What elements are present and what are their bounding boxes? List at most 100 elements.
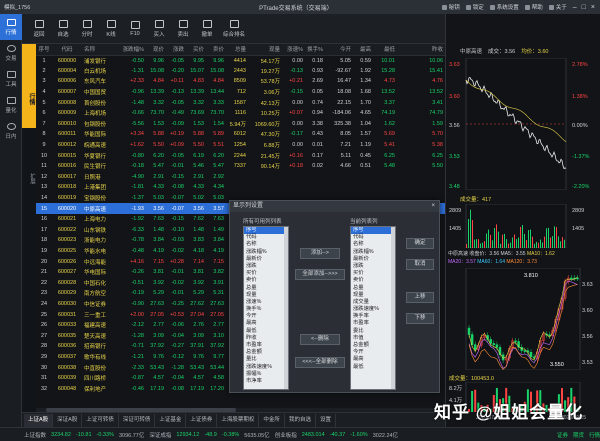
list-item[interactable]: 最低	[351, 364, 395, 371]
close-icon[interactable]: ×	[591, 4, 595, 11]
column-header[interactable]: 涨速%	[282, 44, 305, 56]
list-item[interactable]: 市盈率	[351, 320, 395, 327]
market-tab[interactable]: 设置	[316, 413, 336, 427]
column-header[interactable]: 代码	[54, 44, 82, 56]
list-item[interactable]: 涨速%	[244, 299, 288, 306]
list-item[interactable]: 卖价	[244, 277, 288, 284]
list-item[interactable]: 市净率	[244, 378, 288, 385]
list-item[interactable]: 卖价	[351, 277, 395, 284]
table-row[interactable]: 10 600015 华夏银行 -0.80 6.20 -0.05 6.19 6.20 2244 21…	[36, 150, 445, 161]
column-header[interactable]: 昨收	[397, 44, 445, 56]
dialog-close-icon[interactable]: ×	[431, 201, 435, 212]
nav-trade[interactable]: 交易	[0, 40, 22, 66]
list-item[interactable]: 委比	[351, 328, 395, 335]
column-header[interactable]: 今开	[325, 44, 353, 56]
status-mode[interactable]: 期货	[573, 431, 584, 439]
list-item[interactable]: 名称	[351, 241, 395, 248]
list-item[interactable]: 现量	[244, 292, 288, 299]
column-header[interactable]: 卖价	[206, 44, 226, 56]
table-row[interactable]: 8 600011 华能国际 +3.34 5.88 +0.19 5.88 5.89 6012 47.…	[36, 129, 445, 140]
menu-secret-key[interactable]: 秘钥	[441, 3, 460, 11]
market-tab[interactable]: 上证可转债	[82, 413, 119, 427]
column-header[interactable]: 涨跌幅%	[118, 44, 146, 56]
menu-lock[interactable]: 锁定	[465, 3, 484, 11]
list-scrollbar[interactable]	[391, 227, 395, 389]
menu-system-settings[interactable]: 系统设置	[489, 3, 519, 11]
list-item[interactable]: 振幅%	[244, 371, 288, 378]
move-up-button[interactable]: 上移	[406, 292, 434, 303]
menu-help[interactable]: 帮助	[524, 3, 543, 11]
list-item[interactable]: 最低	[244, 328, 288, 335]
ranking-button[interactable]: 综合排名	[220, 16, 248, 42]
move-down-button[interactable]: 下移	[406, 313, 434, 324]
all-columns-list[interactable]: 序号 代码 名称 涨跌幅% 最新价 涨跌 买价 卖价 总量 现量 涨速% 换手% 今开 最高 最低 昨收 市盈率…	[243, 226, 289, 390]
column-header[interactable]: 涨跌	[166, 44, 186, 56]
minimize-icon[interactable]: –	[573, 4, 577, 11]
ok-button[interactable]: 确定	[406, 238, 434, 249]
column-header[interactable]: 现量	[248, 44, 282, 56]
market-tab[interactable]: 上证债券	[186, 413, 218, 427]
table-row[interactable]: 5 600008 首创股份 -1.48 3.32 -0.05 3.32 3.33 1587 42.…	[36, 97, 445, 108]
table-row[interactable]: 13 600018 上港集团 -1.81 4.33 -0.08 4.33 4.34	[36, 182, 445, 193]
column-header[interactable]: 最低	[373, 44, 397, 56]
cancel-order-button[interactable]: 撤单	[196, 16, 218, 42]
column-header[interactable]: 序号	[36, 44, 54, 56]
f10-button[interactable]: F10	[124, 16, 146, 42]
nav-quotes[interactable]: 行情	[0, 14, 22, 40]
status-mode[interactable]: 证券	[557, 431, 568, 439]
column-header[interactable]: 最高	[353, 44, 373, 56]
kline-button[interactable]: K线	[100, 16, 122, 42]
list-item[interactable]: 总量	[351, 285, 395, 292]
kline-chart[interactable]: 3.63 3.60 3.56 3.53 3.810 3.550	[446, 268, 600, 370]
table-row[interactable]: 9 600012 皖通高速 +1.62 5.50 +0.09 5.50 5.51 1254 6.8…	[36, 140, 445, 151]
nav-quant[interactable]: 量化	[0, 92, 22, 118]
table-row[interactable]: 6 600009 上海机场 -0.66 73.70 -0.49 73.69 73.70 1116…	[36, 108, 445, 119]
column-header[interactable]: 总量	[226, 44, 248, 56]
list-item[interactable]: 成交量	[351, 299, 395, 306]
current-columns-list[interactable]: 序号 代码 名称 涨跌幅% 最新价 涨跌 买价 卖价 总量 现量 成交量 涨跌速度% 换手率 市盈率 委比市…	[350, 226, 396, 390]
market-tab[interactable]: 中金所	[259, 413, 285, 427]
menu-about[interactable]: 关于	[548, 3, 567, 11]
maximize-icon[interactable]: □	[582, 4, 586, 11]
list-item[interactable]: 昨收	[244, 335, 288, 342]
market-tab[interactable]: 我的自选	[285, 413, 316, 427]
buy-button[interactable]: 买入	[148, 16, 170, 42]
column-header[interactable]: 现价	[146, 44, 166, 56]
timeshare-button[interactable]: 分时	[76, 16, 98, 42]
list-item[interactable]: 现量	[351, 292, 395, 299]
remove-column-button[interactable]: <--删除	[300, 334, 340, 345]
market-tab[interactable]: 深证可转债	[119, 413, 156, 427]
list-item[interactable]: 总量	[244, 285, 288, 292]
list-item[interactable]: 量比	[244, 356, 288, 363]
intraday-volume-chart[interactable]: 2809 1405 2809 1405	[446, 204, 600, 248]
list-item[interactable]: 涨跌速度%	[244, 364, 288, 371]
nav-intraday[interactable]: 日内	[0, 118, 22, 144]
sidetab-extend[interactable]: 扩展	[22, 140, 36, 200]
list-item[interactable]: 涨跌幅%	[351, 249, 395, 256]
list-item[interactable]: 最高	[351, 356, 395, 363]
table-row[interactable]: 1 600000 浦发银行 -0.50 9.96 -0.05 9.95 9.96 4414 54.…	[36, 55, 445, 66]
table-row[interactable]: 3 600006 东风汽车 +2.33 4.84 +0.11 4.83 4.84 8509 53.…	[36, 76, 445, 87]
sell-button[interactable]: 卖出	[172, 16, 194, 42]
nav-tools[interactable]: 工具	[0, 66, 22, 92]
table-row[interactable]: 7 600010 包钢股份 -5.56 1.53 -0.09 1.53 1.54 5.94万 10…	[36, 119, 445, 130]
table-row[interactable]: 12 600017 日照港 -4.90 2.91 -0.15 2.91 2.92	[36, 172, 445, 183]
column-header[interactable]: 名称	[82, 44, 118, 56]
back-button[interactable]: 返回	[28, 16, 50, 42]
column-header[interactable]: 买价	[186, 44, 206, 56]
status-mode[interactable]: 行情	[589, 431, 600, 439]
market-tab[interactable]: 上证基金	[155, 413, 187, 427]
table-row[interactable]: 2 600004 白云机场 -1.31 15.08 -0.20 15.07 15.08 2443…	[36, 66, 445, 77]
watchlist-button[interactable]: 自选	[52, 16, 74, 42]
list-scrollbar[interactable]	[284, 227, 288, 389]
add-all-columns-button[interactable]: 全部添加-->>>	[295, 269, 345, 280]
market-tab[interactable]: 上海股票期权	[217, 413, 260, 427]
list-item[interactable]: 最新价	[351, 256, 395, 263]
cancel-button[interactable]: 取消	[406, 259, 434, 270]
list-item[interactable]: 最新价	[244, 256, 288, 263]
table-row[interactable]: 4 600007 中国国贸 -0.96 13.39 -0.13 13.39 13.44 712 3…	[36, 87, 445, 98]
list-item[interactable]: 名称	[244, 241, 288, 248]
market-tab[interactable]: 上证A股	[24, 413, 54, 427]
remove-all-columns-button[interactable]: <<<--全部删除	[295, 357, 345, 368]
market-tab[interactable]: 深证A股	[53, 413, 83, 427]
